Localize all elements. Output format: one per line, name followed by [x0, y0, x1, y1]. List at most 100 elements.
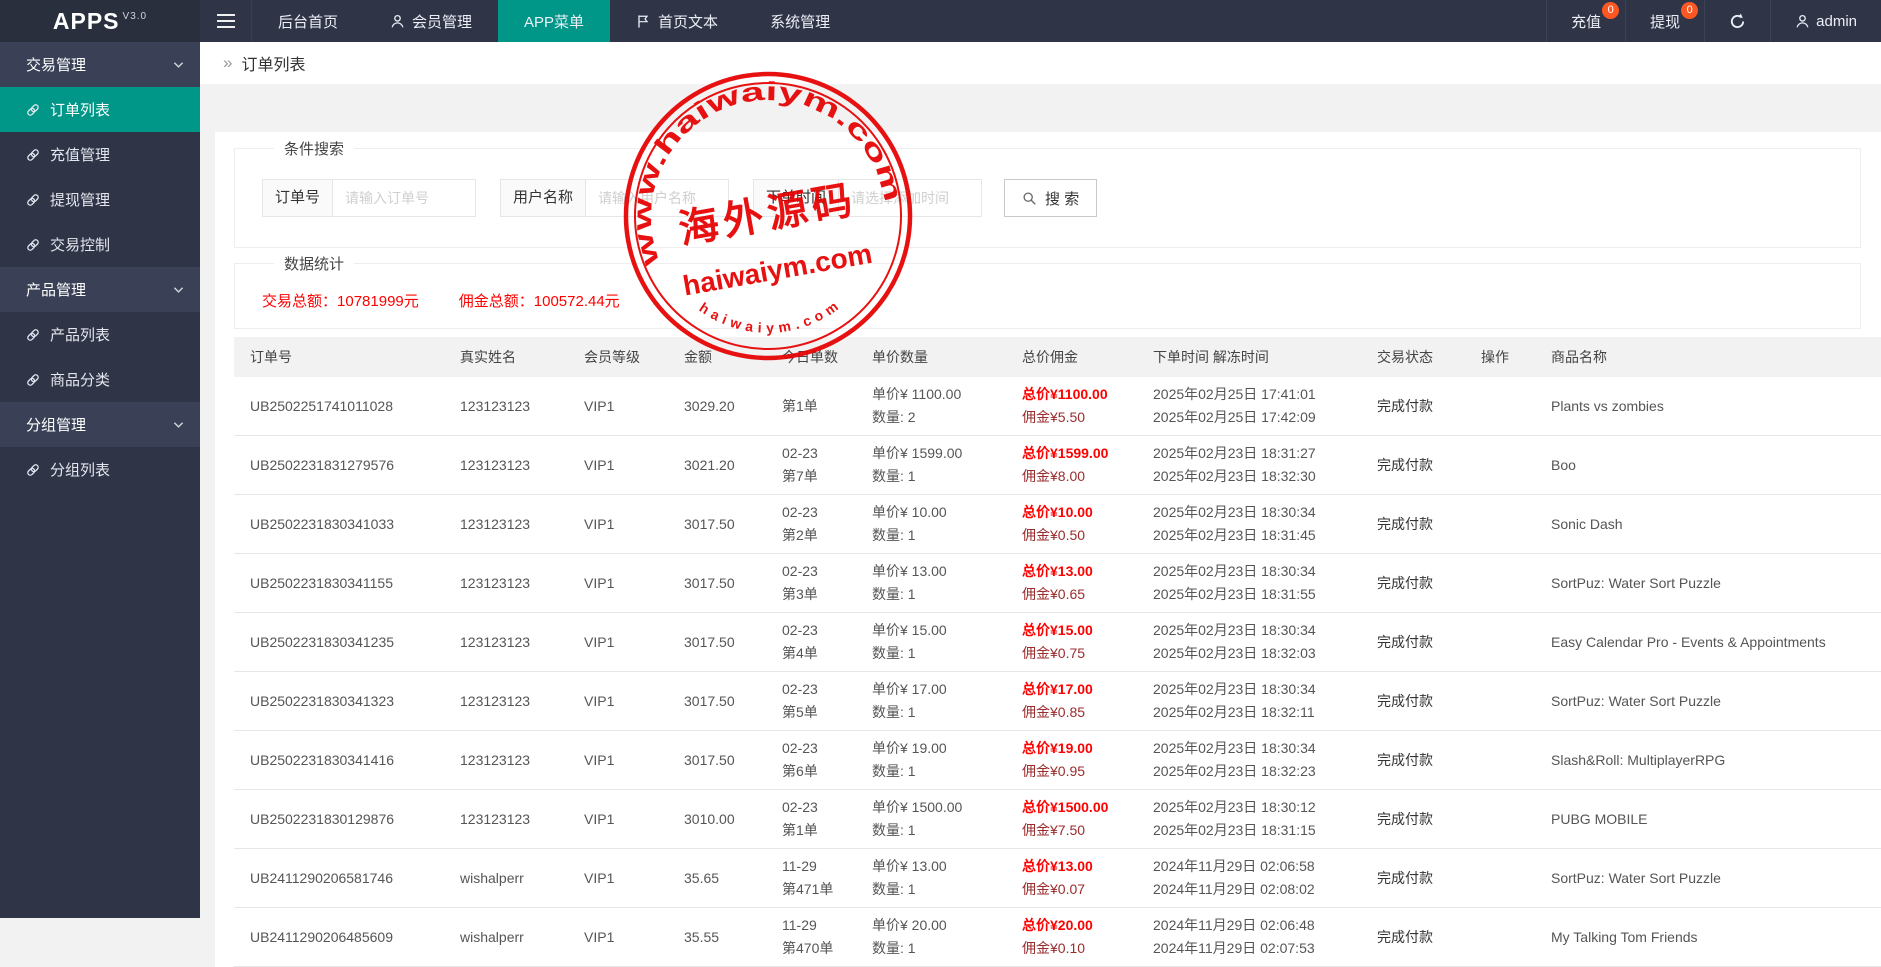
person-icon — [1795, 14, 1810, 29]
util-recharge[interactable]: 充值0 — [1546, 0, 1625, 42]
total-comm-cell: 总价¥17.00佣金¥0.85 — [1012, 672, 1143, 731]
search-input-user-name[interactable] — [586, 180, 728, 216]
sidebar-item-withdraw-management[interactable]: 提现管理 — [0, 177, 200, 222]
link-icon — [26, 148, 40, 162]
table-row: UB2502231830341235123123123VIP13017.5002… — [234, 613, 1881, 672]
total-comm-cell: 总价¥13.00佣金¥0.65 — [1012, 554, 1143, 613]
topnav-item-home-text[interactable]: 首页文本 — [610, 0, 744, 42]
sidebar: 交易管理订单列表充值管理提现管理交易控制产品管理产品列表商品分类分组管理分组列表 — [0, 42, 200, 918]
status-cell: 完成付款 — [1367, 849, 1471, 908]
link-icon — [26, 193, 40, 207]
price-qty-cell: 单价¥ 13.00数量: 1 — [862, 849, 1012, 908]
real-name-cell: 123123123 — [450, 790, 574, 849]
table-body: UB2502251741011028123123123VIP13029.20第1… — [234, 377, 1881, 967]
column-header-price_qty: 单价数量 — [862, 337, 1012, 377]
sidebar-item-label: 商品分类 — [50, 369, 110, 390]
search-form: 订单号 用户名称 下单时间搜 索 — [262, 179, 1845, 217]
search-button[interactable]: 搜 索 — [1004, 179, 1097, 217]
orders-table: 订单号真实姓名会员等级金额今日单数单价数量总价佣金下单时间 解冻时间交易状态操作… — [234, 337, 1881, 967]
sidebar-item-group-management[interactable]: 分组管理 — [0, 402, 200, 447]
amount-cell: 3017.50 — [674, 613, 772, 672]
stat-item: 交易总额：10781999元 — [262, 290, 419, 311]
util-withdraw[interactable]: 提现0 — [1625, 0, 1704, 42]
search-group-order-time: 下单时间 — [753, 179, 982, 217]
order-no-cell: UB2502231830341323 — [234, 672, 450, 731]
level-cell: VIP1 — [574, 495, 674, 554]
sidebar-item-goods-category[interactable]: 商品分类 — [0, 357, 200, 402]
order-no-cell: UB2502231830129876 — [234, 790, 450, 849]
price-qty-cell: 单价¥ 17.00数量: 1 — [862, 672, 1012, 731]
stats-line: 交易总额：10781999元 佣金总额：100572.44元 — [262, 290, 1845, 311]
topnav-right: 充值0提现0admin — [1546, 0, 1881, 42]
today-count-cell: 11-29第471单 — [772, 849, 862, 908]
price-qty-cell: 单价¥ 1500.00数量: 1 — [862, 790, 1012, 849]
sidebar-item-product-list[interactable]: 产品列表 — [0, 312, 200, 357]
chevron-down-icon — [173, 421, 184, 429]
stat-label: 佣金总额： — [459, 293, 534, 310]
search-input-order-time[interactable] — [839, 180, 981, 216]
topnav-item-system-management[interactable]: 系统管理 — [744, 0, 856, 42]
hamburger-menu-icon[interactable] — [200, 0, 252, 42]
util-label: admin — [1816, 13, 1857, 30]
total-comm-cell: 总价¥1500.00佣金¥7.50 — [1012, 790, 1143, 849]
action-cell — [1471, 790, 1541, 849]
action-cell — [1471, 731, 1541, 790]
stat-item: 佣金总额：100572.44元 — [459, 290, 620, 311]
amount-cell: 3017.50 — [674, 495, 772, 554]
action-cell — [1471, 436, 1541, 495]
level-cell: VIP1 — [574, 731, 674, 790]
util-refresh[interactable] — [1704, 0, 1770, 42]
today-count-cell: 02-23第5单 — [772, 672, 862, 731]
notification-badge: 0 — [1602, 2, 1619, 19]
product-name-cell: SortPuz: Water Sort Puzzle — [1541, 672, 1881, 731]
times-cell: 2025年02月23日 18:30:122025年02月23日 18:31:15 — [1143, 790, 1367, 849]
search-input-order-no[interactable] — [333, 180, 475, 216]
action-cell — [1471, 613, 1541, 672]
today-count-cell: 11-29第470单 — [772, 908, 862, 967]
stats-fieldset: 数据统计 交易总额：10781999元 佣金总额：100572.44元 — [234, 253, 1861, 329]
topnav-item-home[interactable]: 后台首页 — [252, 0, 364, 42]
topnav-item-app-menu[interactable]: APP菜单 — [498, 0, 610, 42]
column-header-total_comm: 总价佣金 — [1012, 337, 1143, 377]
real-name-cell: 123123123 — [450, 495, 574, 554]
action-cell — [1471, 495, 1541, 554]
real-name-cell: 123123123 — [450, 672, 574, 731]
sidebar-item-trade-management[interactable]: 交易管理 — [0, 42, 200, 87]
times-cell: 2025年02月23日 18:30:342025年02月23日 18:32:03 — [1143, 613, 1367, 672]
action-cell — [1471, 377, 1541, 436]
order-no-cell: UB2502231831279576 — [234, 436, 450, 495]
util-label: 提现 — [1650, 11, 1680, 32]
product-name-cell: Sonic Dash — [1541, 495, 1881, 554]
times-cell: 2025年02月23日 18:31:272025年02月23日 18:32:30 — [1143, 436, 1367, 495]
table-row: UB2502251741011028123123123VIP13029.20第1… — [234, 377, 1881, 436]
sidebar-item-recharge-management[interactable]: 充值管理 — [0, 132, 200, 177]
topnav-item-member-management[interactable]: 会员管理 — [364, 0, 498, 42]
table-row: UB2411290206581746wishalperrVIP135.6511-… — [234, 849, 1881, 908]
times-cell: 2025年02月23日 18:30:342025年02月23日 18:32:11 — [1143, 672, 1367, 731]
total-comm-cell: 总价¥19.00佣金¥0.95 — [1012, 731, 1143, 790]
search-label-order-no: 订单号 — [263, 180, 333, 216]
stats-legend: 数据统计 — [274, 253, 354, 274]
top-header: APPS V3.0 后台首页会员管理APP菜单首页文本系统管理 充值0提现0ad… — [0, 0, 1881, 42]
price-qty-cell: 单价¥ 20.00数量: 1 — [862, 908, 1012, 967]
amount-cell: 3017.50 — [674, 672, 772, 731]
column-header-status: 交易状态 — [1367, 337, 1471, 377]
sidebar-item-label: 分组管理 — [26, 414, 86, 435]
sidebar-item-group-list[interactable]: 分组列表 — [0, 447, 200, 492]
column-header-action: 操作 — [1471, 337, 1541, 377]
product-name-cell: SortPuz: Water Sort Puzzle — [1541, 554, 1881, 613]
sidebar-item-order-list[interactable]: 订单列表 — [0, 87, 200, 132]
sidebar-item-product-management[interactable]: 产品管理 — [0, 267, 200, 312]
order-no-cell: UB2502251741011028 — [234, 377, 450, 436]
times-cell: 2024年11月29日 02:06:582024年11月29日 02:08:02 — [1143, 849, 1367, 908]
table-row: UB2502231831279576123123123VIP13021.2002… — [234, 436, 1881, 495]
column-header-real_name: 真实姓名 — [450, 337, 574, 377]
search-label-user-name: 用户名称 — [501, 180, 586, 216]
util-label: 充值 — [1571, 11, 1601, 32]
util-admin[interactable]: admin — [1770, 0, 1881, 42]
sidebar-item-label: 充值管理 — [50, 144, 110, 165]
sidebar-item-trade-control[interactable]: 交易控制 — [0, 222, 200, 267]
status-cell: 完成付款 — [1367, 672, 1471, 731]
status-cell: 完成付款 — [1367, 436, 1471, 495]
column-header-level: 会员等级 — [574, 337, 674, 377]
